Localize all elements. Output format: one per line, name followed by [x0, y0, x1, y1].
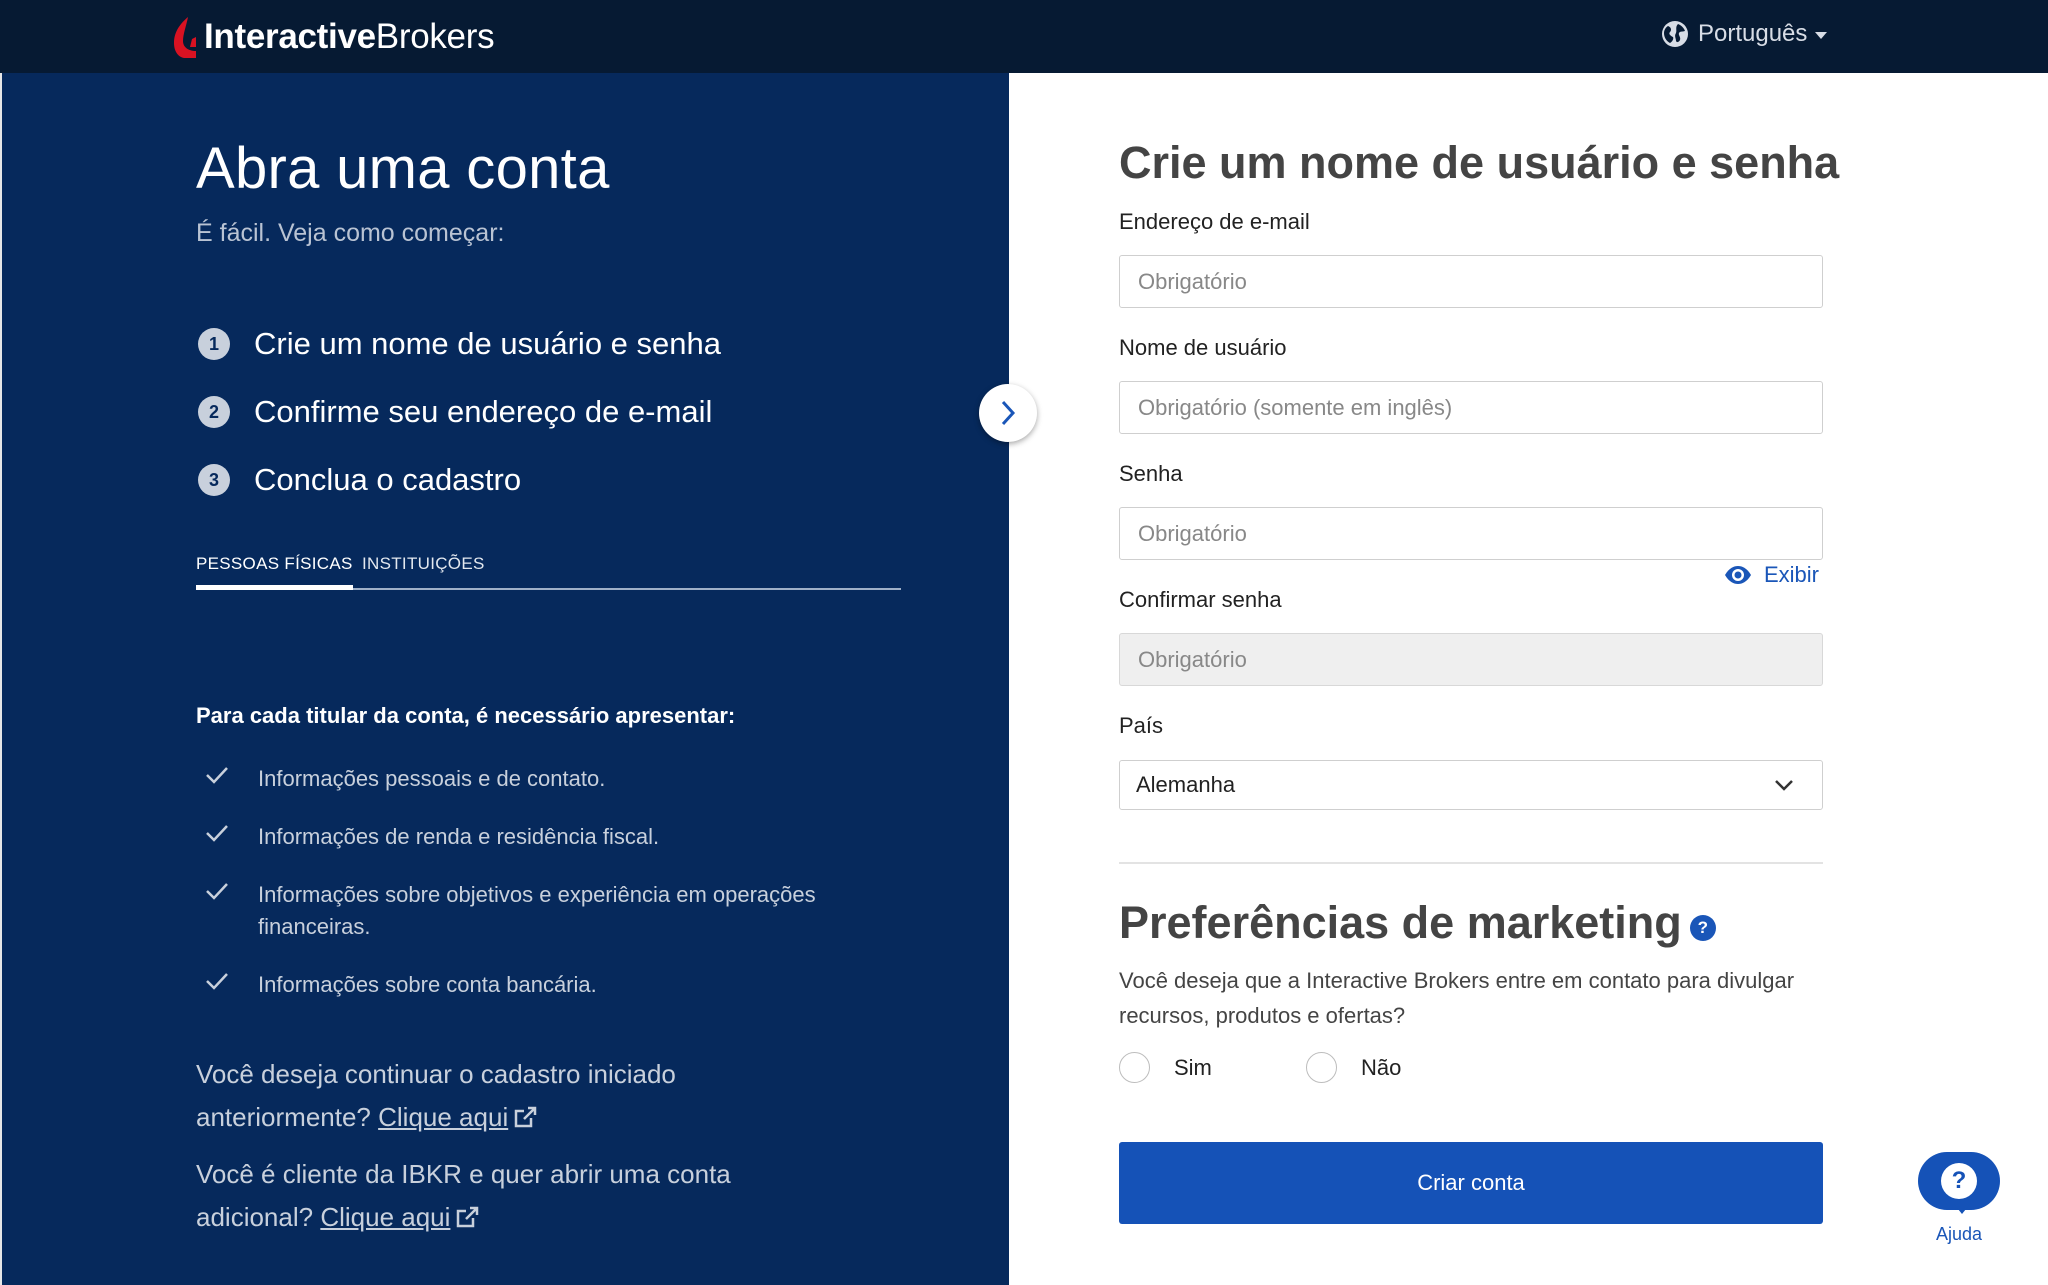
steps-list: 1 Crie um nome de usuário e senha 2 Conf…: [198, 310, 918, 514]
country-label: País: [1119, 713, 1164, 738]
requirements-list: Informações pessoais e de contato. Infor…: [204, 763, 884, 1027]
info-title: Abra uma conta: [196, 136, 610, 201]
list-item: Informações de renda e residência fiscal…: [204, 821, 884, 853]
step-number: 2: [198, 396, 230, 428]
radio-circle[interactable]: [1119, 1052, 1150, 1083]
password-field[interactable]: [1119, 507, 1823, 560]
help-question-icon: ?: [1941, 1163, 1977, 1199]
radio-label: Não: [1361, 1054, 1402, 1080]
top-bar: InteractiveBrokers Português: [0, 0, 2048, 73]
show-password-label: Exibir: [1764, 562, 1820, 587]
account-type-tabs: PESSOAS FÍSICAS INSTITUIÇÕES: [196, 550, 901, 590]
eye-icon: [1725, 566, 1751, 584]
step-item: 1 Crie um nome de usuário e senha: [198, 310, 918, 378]
language-label: Português: [1698, 20, 1808, 47]
language-selector[interactable]: Português: [1660, 16, 1828, 52]
additional-link[interactable]: Clique aqui: [320, 1202, 450, 1232]
radio-label: Sim: [1174, 1054, 1212, 1080]
help-bubble[interactable]: ?: [1918, 1152, 2000, 1210]
step-label: Crie um nome de usuário e senha: [254, 326, 721, 361]
step-item: 3 Conclua o cadastro: [198, 446, 918, 514]
create-account-button[interactable]: Criar conta: [1119, 1142, 1823, 1224]
marketing-question: Você deseja que a Interactive Brokers en…: [1119, 968, 1795, 1028]
check-icon: [206, 825, 228, 842]
password-label: Senha: [1119, 461, 1183, 486]
question-help-icon[interactable]: ?: [1689, 915, 1716, 941]
requirement-text: Informações sobre objetivos e experiênci…: [258, 882, 816, 939]
continue-link[interactable]: Clique aqui: [378, 1102, 508, 1132]
country-select[interactable]: Alemanha: [1119, 760, 1823, 810]
marketing-no-radio[interactable]: Não: [1306, 1052, 1401, 1083]
requirements-title: Para cada titular da conta, é necessário…: [196, 703, 736, 728]
continue-registration-text: Você deseja continuar o cadastro iniciad…: [196, 1053, 796, 1139]
step-label: Conclua o cadastro: [254, 462, 522, 497]
list-item: Informações sobre objetivos e experiênci…: [204, 879, 884, 943]
requirement-text: Informações de renda e residência fiscal…: [258, 824, 660, 849]
chevron-right-icon: [1001, 400, 1016, 426]
requirement-text: Informações pessoais e de contato.: [258, 766, 606, 791]
show-password-toggle[interactable]: Exibir: [1724, 562, 1819, 588]
caret-down-icon: [1815, 31, 1828, 39]
check-icon: [206, 973, 228, 990]
email-label: Endereço de e-mail: [1119, 209, 1310, 234]
step-item: 2 Confirme seu endereço de e-mail: [198, 378, 918, 446]
country-value: Alemanha: [1136, 772, 1236, 797]
tab-institutions[interactable]: INSTITUIÇÕES: [362, 554, 485, 574]
help-label: Ajuda: [1935, 1224, 1983, 1244]
logo-text: InteractiveBrokers: [204, 17, 495, 56]
ib-logo[interactable]: InteractiveBrokers: [172, 12, 495, 62]
additional-account-text: Você é cliente da IBKR e quer abrir uma …: [196, 1153, 796, 1239]
email-field[interactable]: [1119, 255, 1823, 308]
radio-circle[interactable]: [1306, 1052, 1337, 1083]
external-link-icon[interactable]: [512, 1105, 538, 1129]
list-item: Informações sobre conta bancária.: [204, 969, 884, 1001]
globe-icon: [1662, 21, 1688, 47]
username-label: Nome de usuário: [1119, 335, 1287, 360]
step-number: 3: [198, 464, 230, 496]
info-subtitle: É fácil. Veja como começar:: [196, 219, 505, 247]
step-label: Confirme seu endereço de e-mail: [254, 394, 713, 429]
form-title: Crie um nome de usuário e senha: [1119, 137, 1840, 188]
panel-toggle-button[interactable]: [979, 384, 1037, 442]
marketing-title-text: Preferências de marketing: [1119, 897, 1682, 948]
external-link-icon[interactable]: [454, 1205, 480, 1229]
username-field[interactable]: [1119, 381, 1823, 434]
requirement-text: Informações sobre conta bancária.: [258, 972, 597, 997]
help-widget[interactable]: ? Ajuda: [1918, 1152, 2000, 1244]
info-panel: Abra uma conta É fácil. Veja como começa…: [0, 73, 1009, 1285]
tab-individuals[interactable]: PESSOAS FÍSICAS: [196, 554, 353, 590]
check-icon: [206, 883, 228, 900]
step-number: 1: [198, 328, 230, 360]
chevron-down-icon: [1775, 780, 1793, 791]
marketing-title: Preferências de marketing ?: [1119, 897, 1716, 949]
help-bubble-tail: [1954, 1204, 1970, 1214]
section-divider: [1119, 862, 1823, 864]
check-icon: [206, 767, 228, 784]
list-item: Informações pessoais e de contato.: [204, 763, 884, 795]
marketing-yes-radio[interactable]: Sim: [1119, 1052, 1212, 1083]
confirm-password-field[interactable]: [1119, 633, 1823, 686]
confirm-password-label: Confirmar senha: [1119, 587, 1282, 612]
ib-flame-logo-icon: [174, 17, 196, 58]
